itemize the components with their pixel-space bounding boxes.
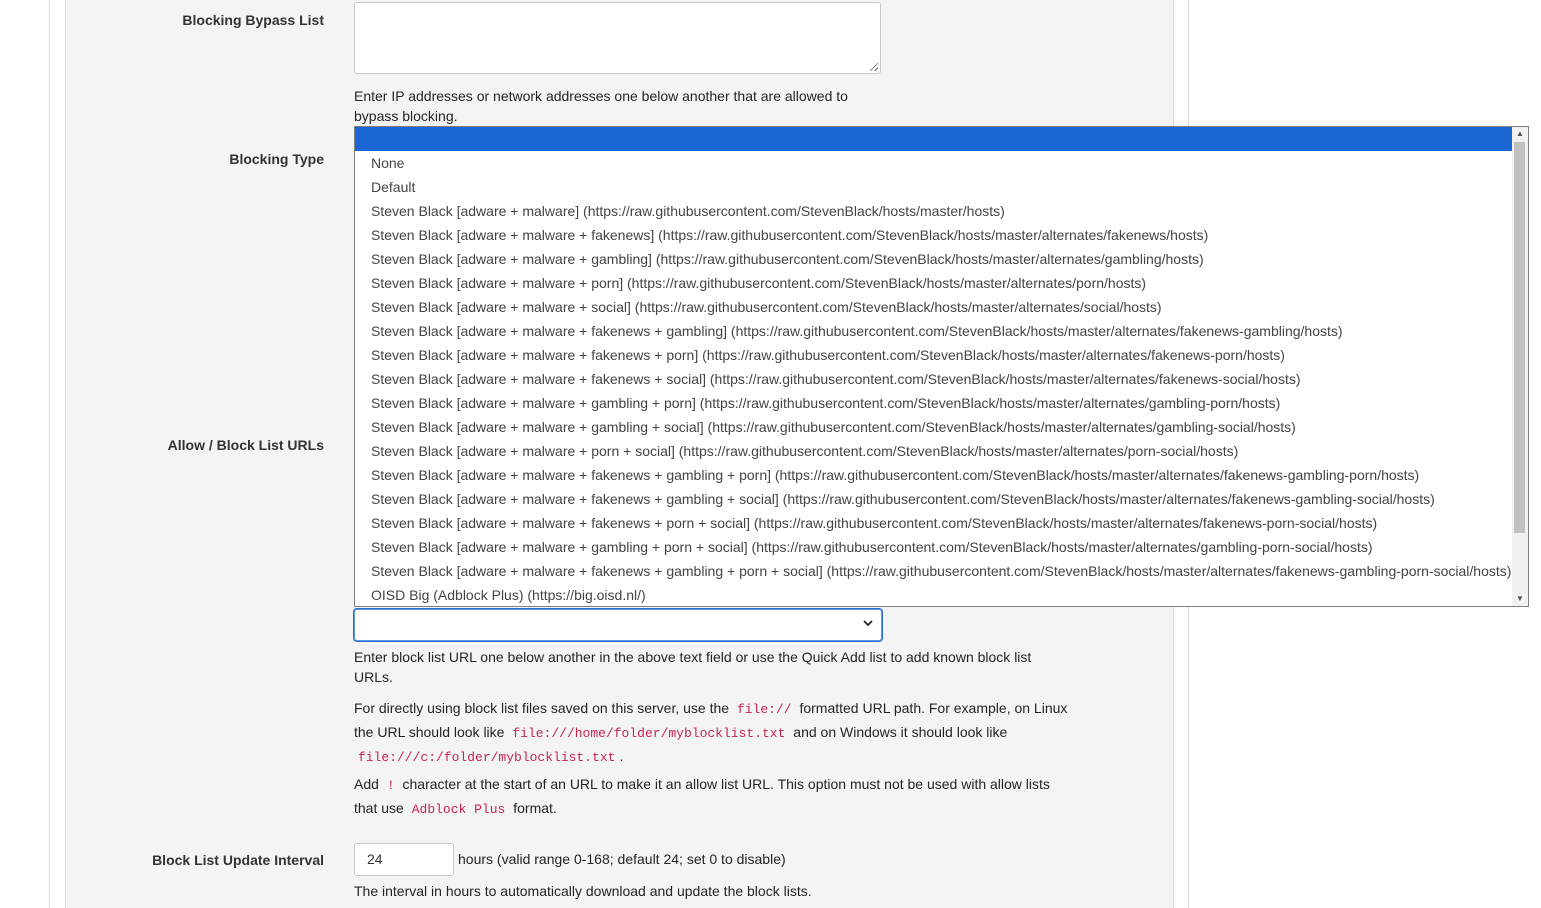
help-line: URLs. (354, 669, 393, 685)
dropdown-option[interactable]: Steven Black [adware + malware + fakenew… (355, 223, 1513, 247)
help-text: format. (513, 800, 557, 816)
dropdown-option[interactable]: Steven Black [adware + malware + fakenew… (355, 367, 1513, 391)
dropdown-option[interactable]: Steven Black [adware + malware + fakenew… (355, 559, 1513, 583)
code-adblock-plus: Adblock Plus (411, 802, 506, 817)
dropdown-option[interactable]: Steven Black [adware + malware] (https:/… (355, 199, 1513, 223)
help-text: Add (354, 776, 379, 792)
dropdown-option[interactable]: OISD Big (Adblock Plus) (https://big.ois… (355, 583, 1513, 606)
update-interval-suffix: hours (valid range 0-168; default 24; se… (458, 851, 786, 867)
code-file-scheme: file:// (736, 702, 792, 717)
dropdown-option[interactable]: Steven Black [adware + malware + gamblin… (355, 247, 1513, 271)
dropdown-option[interactable]: Steven Black [adware + malware + fakenew… (355, 319, 1513, 343)
update-interval-input[interactable]: 24 (354, 843, 454, 876)
dropdown-option[interactable]: Steven Black [adware + malware + porn + … (355, 439, 1513, 463)
scroll-up-arrow-icon[interactable]: ▲ (1512, 127, 1528, 141)
help-line: Enter IP addresses or network addresses … (354, 88, 848, 104)
dropdown-option[interactable]: Steven Black [adware + malware + social]… (355, 295, 1513, 319)
dropdown-option[interactable]: Steven Black [adware + malware + fakenew… (355, 487, 1513, 511)
blocking-bypass-help: Enter IP addresses or network addresses … (354, 86, 848, 126)
dropdown-option[interactable]: Steven Black [adware + malware + fakenew… (355, 511, 1513, 535)
help-line: Enter block list URL one below another i… (354, 649, 1032, 665)
allow-block-list-urls-label: Allow / Block List URLs (167, 437, 324, 453)
dropdown-option[interactable]: Steven Black [adware + malware + gamblin… (355, 391, 1513, 415)
resize-grip-icon[interactable] (870, 63, 878, 71)
file-url-help: For directly using block list files save… (354, 697, 1074, 769)
code-linux-path: file:///home/folder/myblocklist.txt (512, 726, 786, 741)
help-text: . (619, 748, 624, 764)
block-list-help: Enter block list URL one below another i… (354, 647, 1074, 687)
dropdown-scrollbar[interactable]: ▲ ▼ (1512, 127, 1528, 606)
scroll-down-arrow-icon[interactable]: ▼ (1512, 592, 1528, 606)
page-left-border (49, 0, 50, 908)
blocking-type-label: Blocking Type (229, 151, 324, 167)
help-text: that use (354, 800, 404, 816)
scrollbar-thumb[interactable] (1514, 142, 1525, 533)
block-list-update-interval-label: Block List Update Interval (152, 852, 324, 868)
dropdown-option[interactable]: None (355, 151, 1513, 175)
dropdown-option[interactable]: Steven Black [adware + malware + gamblin… (355, 415, 1513, 439)
allow-list-help: Add ! character at the start of an URL t… (354, 773, 1074, 821)
help-text: formatted URL path. For example, on Linu… (799, 700, 1068, 716)
blocking-bypass-list-label: Blocking Bypass List (182, 12, 324, 28)
quick-add-dropdown-list[interactable]: None Default Steven Black [adware + malwar… (354, 126, 1529, 607)
help-text: the URL should look like (354, 724, 505, 740)
help-line: bypass blocking. (354, 108, 458, 124)
help-text: character at the start of an URL to make… (402, 776, 1050, 792)
dropdown-option[interactable]: Steven Black [adware + malware + gamblin… (355, 535, 1513, 559)
dropdown-options: None Default Steven Black [adware + malwar… (355, 151, 1513, 606)
blocking-bypass-list-textarea[interactable] (354, 2, 881, 74)
update-interval-help: The interval in hours to automatically d… (354, 883, 812, 899)
dropdown-option[interactable]: Steven Black [adware + malware + porn] (… (355, 271, 1513, 295)
dropdown-option-highlighted[interactable] (355, 127, 1513, 151)
code-windows-path: file:///c:/folder/myblocklist.txt (358, 750, 616, 765)
help-text: For directly using block list files save… (354, 700, 730, 716)
code-exclamation: ! (386, 778, 395, 793)
dropdown-option[interactable]: Default (355, 175, 1513, 199)
quick-add-select[interactable] (354, 609, 882, 641)
dropdown-option[interactable]: Steven Black [adware + malware + fakenew… (355, 343, 1513, 367)
help-text: and on Windows it should look like (793, 724, 1008, 740)
dropdown-option[interactable]: Steven Black [adware + malware + fakenew… (355, 463, 1513, 487)
chevron-down-icon (863, 618, 873, 631)
